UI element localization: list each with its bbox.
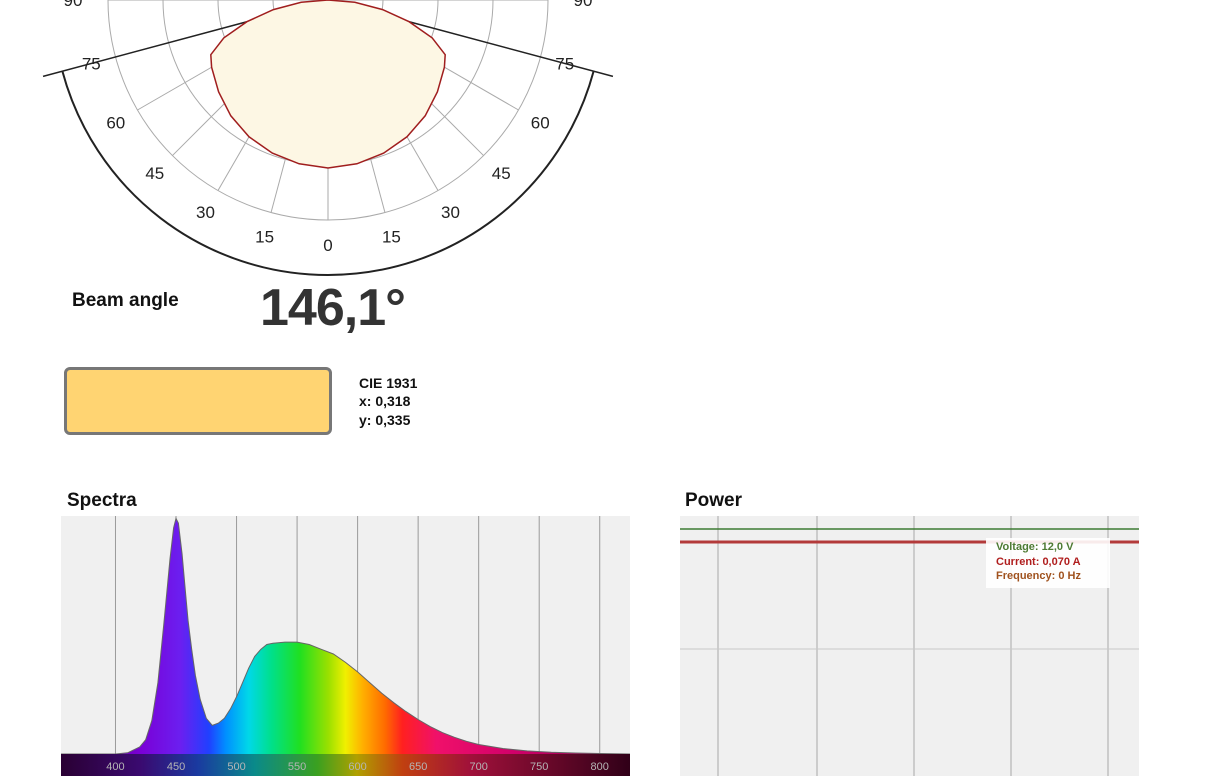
power-legend: Voltage: 12,0 V Current: 0,070 A Frequen…	[986, 538, 1110, 588]
polar-angle-label: 75	[82, 54, 101, 73]
polar-angle-label: 60	[531, 114, 550, 133]
legend-frequency: Frequency: 0 Hz	[996, 570, 1081, 582]
wavelength-tick-labels: 400 450 500 550 600 650 700 750 800	[106, 761, 609, 773]
wavelength-tick-label: 800	[591, 761, 609, 773]
polar-diagram: 0 15 15 30 30 45 45 60 60 75 75 90 90	[42, 0, 614, 276]
polar-angle-label: 15	[255, 228, 274, 247]
legend-current: Current: 0,070 A	[996, 555, 1081, 568]
wavelength-tick-label: 600	[348, 761, 366, 773]
beam-angle-label: Beam angle	[72, 290, 179, 311]
polar-angle-label: 90	[574, 0, 593, 10]
cie-x-value: x: 0,318	[359, 393, 411, 409]
polar-angle-label: 0	[323, 236, 332, 255]
polar-angle-label: 30	[196, 203, 215, 222]
beam-angle-value: 146,1°	[260, 279, 406, 337]
wavelength-tick-label: 550	[288, 761, 306, 773]
wavelength-tick-label: 400	[106, 761, 124, 773]
polar-angle-label: 60	[106, 114, 125, 133]
legend-voltage: Voltage: 12,0 V	[996, 541, 1074, 553]
wavelength-tick-label: 700	[469, 761, 487, 773]
cie-y-value: y: 0,335	[359, 412, 411, 428]
wavelength-tick-label: 750	[530, 761, 548, 773]
color-swatch	[64, 367, 332, 435]
polar-angle-label: 30	[441, 203, 460, 222]
polar-angle-label: 75	[555, 54, 574, 73]
wavelength-tick-label: 500	[227, 761, 245, 773]
spectra-chart: 400 450 500 550 600 650 700 750 800	[61, 516, 630, 776]
polar-angle-label: 45	[492, 164, 511, 183]
power-title: Power	[685, 490, 743, 511]
cie-title: CIE 1931	[359, 375, 418, 391]
wavelength-tick-label: 450	[167, 761, 185, 773]
polar-angle-label: 45	[145, 164, 164, 183]
spectra-title: Spectra	[67, 490, 137, 511]
polar-angle-label: 90	[64, 0, 83, 10]
wavelength-tick-label: 650	[409, 761, 427, 773]
polar-angle-label: 15	[382, 228, 401, 247]
